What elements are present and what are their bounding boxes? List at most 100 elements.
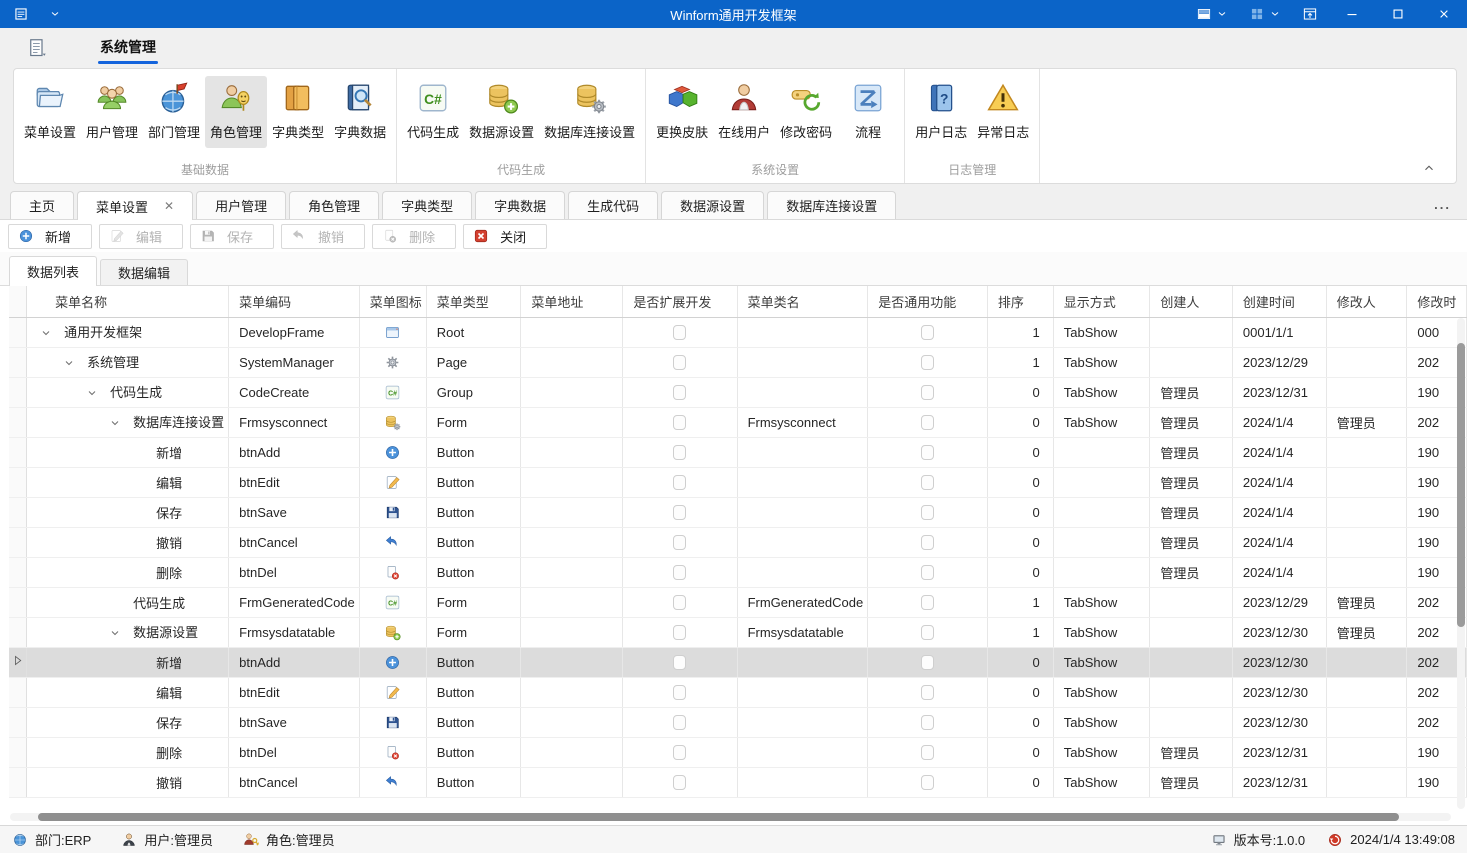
tab-menu-settings[interactable]: 菜单设置✕ — [77, 191, 193, 220]
checkbox[interactable] — [921, 685, 934, 700]
more-tabs-button[interactable]: ... — [1434, 197, 1451, 212]
column-header-addr[interactable]: 菜单地址 — [521, 286, 623, 317]
edit-button[interactable]: 编辑 — [99, 224, 183, 249]
vertical-scrollbar-thumb[interactable] — [1457, 343, 1465, 628]
checkbox[interactable] — [673, 775, 686, 790]
ribbon-item-dict-type[interactable]: 字典类型 — [267, 76, 329, 148]
tree-expander[interactable] — [40, 327, 64, 342]
checkbox[interactable] — [673, 505, 686, 520]
vertical-scrollbar[interactable] — [1457, 318, 1465, 809]
ribbon-item-datasource-settings[interactable]: 数据源设置 — [464, 76, 539, 148]
horizontal-scrollbar-thumb[interactable] — [38, 813, 1399, 821]
column-header-ext[interactable]: 是否扩展开发 — [623, 286, 737, 317]
tab-dict-data[interactable]: 字典数据 — [475, 191, 565, 219]
checkbox[interactable] — [673, 715, 686, 730]
theme-select-button[interactable] — [1185, 0, 1238, 28]
checkbox[interactable] — [921, 745, 934, 760]
checkbox[interactable] — [673, 595, 686, 610]
column-header-creator[interactable]: 创建人 — [1150, 286, 1233, 317]
ribbon-item-dict-data[interactable]: 字典数据 — [329, 76, 391, 148]
window-menu-icon[interactable] — [12, 5, 30, 23]
tree-expander[interactable] — [109, 417, 133, 432]
table-row[interactable]: 编辑btnEditButton0管理员2024/1/4190 — [9, 467, 1467, 497]
tab-dbconnect-settings[interactable]: 数据库连接设置 — [767, 191, 896, 219]
checkbox[interactable] — [673, 475, 686, 490]
save-button[interactable]: 保存 — [190, 224, 274, 249]
ribbon-collapse-icon[interactable] — [1420, 161, 1438, 175]
tab-user-manage[interactable]: 用户管理 — [196, 191, 286, 219]
undo-button[interactable]: 撤销 — [281, 224, 365, 249]
maximize-button[interactable] — [1375, 0, 1421, 28]
subtab-data-edit[interactable]: 数据编辑 — [100, 259, 188, 285]
table-row[interactable]: 代码生成CodeCreateC#Group0TabShow管理员2023/12/… — [9, 377, 1467, 407]
ribbon-item-user-manage[interactable]: 用户管理 — [81, 76, 143, 148]
checkbox[interactable] — [921, 385, 934, 400]
checkbox[interactable] — [921, 565, 934, 580]
checkbox[interactable] — [921, 415, 934, 430]
checkbox[interactable] — [921, 625, 934, 640]
close-button[interactable]: 关闭 — [463, 224, 547, 249]
close-button[interactable] — [1421, 0, 1467, 28]
table-row[interactable]: 保存btnSaveButton0管理员2024/1/4190 — [9, 497, 1467, 527]
checkbox[interactable] — [673, 355, 686, 370]
checkbox[interactable] — [673, 415, 686, 430]
table-row[interactable]: 通用开发框架DevelopFrameRoot1TabShow0001/1/100… — [9, 317, 1467, 347]
tab-role-manage[interactable]: 角色管理 — [289, 191, 379, 219]
ribbon-tab-system-manage[interactable]: 系统管理 — [96, 31, 160, 66]
tab-gen-code[interactable]: 生成代码 — [568, 191, 658, 219]
column-header-mtime[interactable]: 修改时 — [1407, 286, 1467, 317]
layout-select-button[interactable] — [1238, 0, 1291, 28]
checkbox[interactable] — [921, 715, 934, 730]
checkbox[interactable] — [921, 355, 934, 370]
tab-dict-type[interactable]: 字典类型 — [382, 191, 472, 219]
minimize-button[interactable] — [1329, 0, 1375, 28]
ribbon-item-online-users[interactable]: 在线用户 — [713, 76, 775, 148]
table-row[interactable]: 撤销btnCancelButton0管理员2024/1/4190 — [9, 527, 1467, 557]
table-row[interactable]: 数据库连接设置FrmsysconnectFormFrmsysconnect0Ta… — [9, 407, 1467, 437]
tab-home[interactable]: 主页 — [10, 191, 74, 219]
checkbox[interactable] — [673, 625, 686, 640]
ribbon-item-user-log[interactable]: ?用户日志 — [910, 76, 972, 148]
checkbox[interactable] — [673, 565, 686, 580]
column-header-cls[interactable]: 菜单类名 — [737, 286, 868, 317]
checkbox[interactable] — [921, 775, 934, 790]
checkbox[interactable] — [673, 325, 686, 340]
checkbox[interactable] — [921, 595, 934, 610]
checkbox[interactable] — [673, 685, 686, 700]
checkbox[interactable] — [921, 325, 934, 340]
checkbox[interactable] — [673, 535, 686, 550]
checkbox[interactable] — [921, 655, 934, 670]
ribbon-item-error-log[interactable]: 异常日志 — [972, 76, 1034, 148]
checkbox[interactable] — [921, 475, 934, 490]
table-row[interactable]: 系统管理SystemManagerPage1TabShow2023/12/292… — [9, 347, 1467, 377]
ribbon-item-dbconnect-settings[interactable]: 数据库连接设置 — [539, 76, 640, 148]
titlebar-dropdown-icon[interactable] — [49, 8, 61, 20]
tree-expander[interactable] — [109, 627, 133, 642]
column-header-type[interactable]: 菜单类型 — [426, 286, 521, 317]
ribbon-item-workflow[interactable]: 流程 — [837, 76, 899, 148]
ribbon-item-dept-manage[interactable]: 部门管理 — [143, 76, 205, 148]
table-row[interactable]: 新增btnAddButton0管理员2024/1/4190 — [9, 437, 1467, 467]
tab-close-icon[interactable]: ✕ — [164, 200, 174, 212]
table-row[interactable]: 新增btnAddButton0TabShow2023/12/30202 — [9, 647, 1467, 677]
checkbox[interactable] — [673, 745, 686, 760]
column-header-modifier[interactable]: 修改人 — [1326, 286, 1407, 317]
table-row[interactable]: 删除btnDelButton0管理员2024/1/4190 — [9, 557, 1467, 587]
checkbox[interactable] — [921, 505, 934, 520]
horizontal-scrollbar[interactable] — [10, 813, 1451, 821]
ribbon-toggle-button[interactable] — [1291, 0, 1329, 28]
column-header-display[interactable]: 显示方式 — [1053, 286, 1150, 317]
ribbon-item-role-manage[interactable]: 角色管理 — [205, 76, 267, 148]
column-header-sort[interactable]: 排序 — [987, 286, 1053, 317]
table-row[interactable]: 删除btnDelButton0TabShow管理员2023/12/31190 — [9, 737, 1467, 767]
tab-datasource-settings[interactable]: 数据源设置 — [661, 191, 764, 219]
checkbox[interactable] — [673, 655, 686, 670]
delete-button[interactable]: 删除 — [372, 224, 456, 249]
column-header-name[interactable]: 菜单名称 — [27, 286, 229, 317]
table-row[interactable]: 数据源设置FrmsysdatatableFormFrmsysdatatable1… — [9, 617, 1467, 647]
ribbon-item-menu-settings[interactable]: 菜单设置 — [19, 76, 81, 148]
table-row[interactable]: 代码生成FrmGeneratedCodeC#FormFrmGeneratedCo… — [9, 587, 1467, 617]
subtab-data-list[interactable]: 数据列表 — [9, 256, 97, 286]
checkbox[interactable] — [921, 445, 934, 460]
table-row[interactable]: 编辑btnEditButton0TabShow2023/12/30202 — [9, 677, 1467, 707]
